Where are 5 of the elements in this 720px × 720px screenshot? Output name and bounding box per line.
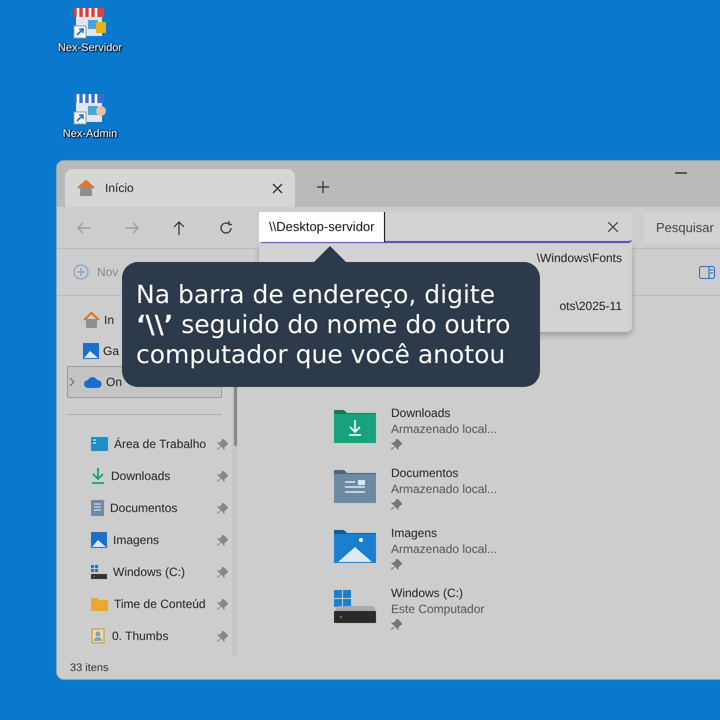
item-count: 33 itens bbox=[70, 662, 109, 674]
item-detail: Armazenado local... bbox=[391, 482, 498, 496]
item-detail: Armazenado local... bbox=[391, 542, 498, 556]
item-detail: Armazenado local... bbox=[391, 422, 498, 436]
item-detail: Este Computador bbox=[391, 602, 484, 616]
